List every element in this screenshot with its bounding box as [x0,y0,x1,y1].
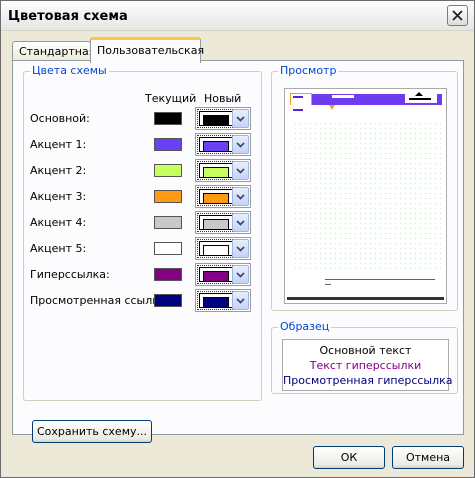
dropdown-button[interactable] [232,161,249,180]
color-row-label: Гиперссылка: [30,268,110,281]
color-row: Основной: [24,106,263,132]
dropdown-button[interactable] [232,187,249,206]
new-color-picker[interactable] [195,263,251,286]
dropdown-button[interactable] [232,239,249,258]
dropdown-button[interactable] [232,109,249,128]
new-color-swatch [203,245,229,256]
scheme-colors-title: Цвета схемы [30,64,109,77]
new-color-swatch [203,115,229,126]
sample-main-text: Основной текст [319,344,412,357]
close-button[interactable] [447,5,468,26]
chevron-down-icon [236,271,245,278]
chevron-down-icon [236,193,245,200]
color-row-label: Акцент 4: [30,216,87,229]
close-icon [452,10,463,21]
preview-nav-text [332,95,354,98]
chevron-down-icon [236,245,245,252]
ok-button[interactable]: ОК [313,446,385,469]
new-color-frame [197,265,235,284]
sample-group: Образец Основной текст Текст гиперссылки… [271,320,458,394]
preview-thumbnail [284,88,447,304]
dropdown-button[interactable] [232,291,249,310]
cancel-button[interactable]: Отмена [392,446,464,469]
color-scheme-dialog: Цветовая схема Стандартная Пользовательс… [0,0,475,478]
current-color-swatch [154,268,182,281]
new-color-frame [197,187,235,206]
new-color-swatch [203,297,229,308]
new-color-picker[interactable] [195,133,251,156]
chevron-down-icon [236,297,245,304]
tab-standard[interactable]: Стандартная [12,41,95,62]
new-color-frame [197,109,235,128]
chevron-down-icon [236,115,245,122]
new-color-picker[interactable] [195,237,251,260]
new-color-swatch [203,167,229,178]
current-color-swatch [154,216,182,229]
color-row-label: Акцент 2: [30,164,87,177]
chevron-down-icon [236,167,245,174]
dialog-title: Цветовая схема [8,9,128,24]
preview-arrow-icon [329,105,335,110]
new-color-frame [197,291,235,310]
color-row: Акцент 5: [24,236,263,262]
current-color-swatch [154,242,182,255]
dropdown-button[interactable] [232,213,249,232]
preview-footer-bar [287,297,444,300]
new-color-swatch [203,193,229,204]
color-row-label: Просмотренная ссылка: [30,294,170,307]
current-color-swatch [154,294,182,307]
color-row: Акцент 4: [24,210,263,236]
new-color-frame [197,161,235,180]
scheme-colors-group: Цвета схемы Текущий Новый Основной: Акцен… [23,64,263,401]
title-bar: Цветовая схема [1,1,474,31]
new-color-picker[interactable] [195,289,251,312]
preview-right-block [405,91,437,103]
color-row: Просмотренная ссылка: [24,288,263,314]
chevron-down-icon [236,219,245,226]
new-color-swatch [203,219,229,230]
new-color-frame [197,239,235,258]
dropdown-button[interactable] [232,265,249,284]
color-row: Акцент 1: [24,132,263,158]
sample-title: Образец [278,320,332,333]
new-color-frame [197,135,235,154]
color-row-label: Акцент 3: [30,190,87,203]
color-row-label: Акцент 1: [30,138,87,151]
new-color-picker[interactable] [195,159,251,182]
new-color-picker[interactable] [195,185,251,208]
preview-body-pattern [293,121,441,271]
color-row: Акцент 3: [24,184,263,210]
current-color-swatch [154,112,182,125]
color-row: Гиперссылка: [24,262,263,288]
dropdown-button[interactable] [232,135,249,154]
preview-divider [325,279,435,280]
sample-box: Основной текст Текст гиперссылки Просмот… [282,339,453,391]
new-color-frame [197,213,235,232]
chevron-down-icon [236,141,245,148]
tab-custom[interactable]: Пользовательская [90,37,204,63]
tab-panel-custom: Цвета схемы Текущий Новый Основной: Акцен… [12,60,464,443]
current-color-swatch [154,138,182,151]
sample-hyperlink-text: Текст гиперссылки [309,359,422,372]
preview-side-label [290,105,328,117]
current-color-swatch [154,190,182,203]
preview-footer-text [325,284,331,285]
new-color-picker[interactable] [195,211,251,234]
color-row: Акцент 2: [24,158,263,184]
color-row-label: Акцент 5: [30,242,87,255]
color-row-label: Основной: [30,112,90,125]
preview-group: Просмотр [271,64,458,311]
sample-visited-text: Просмотренная гиперссылка [283,374,453,387]
current-color-swatch [154,164,182,177]
column-header-new: Новый [204,92,242,105]
preview-title: Просмотр [278,64,339,77]
save-scheme-button[interactable]: Сохранить схему... [32,420,152,443]
new-color-swatch [203,141,229,152]
new-color-picker[interactable] [195,107,251,130]
new-color-swatch [203,271,229,282]
column-header-current: Текущий [145,92,197,105]
